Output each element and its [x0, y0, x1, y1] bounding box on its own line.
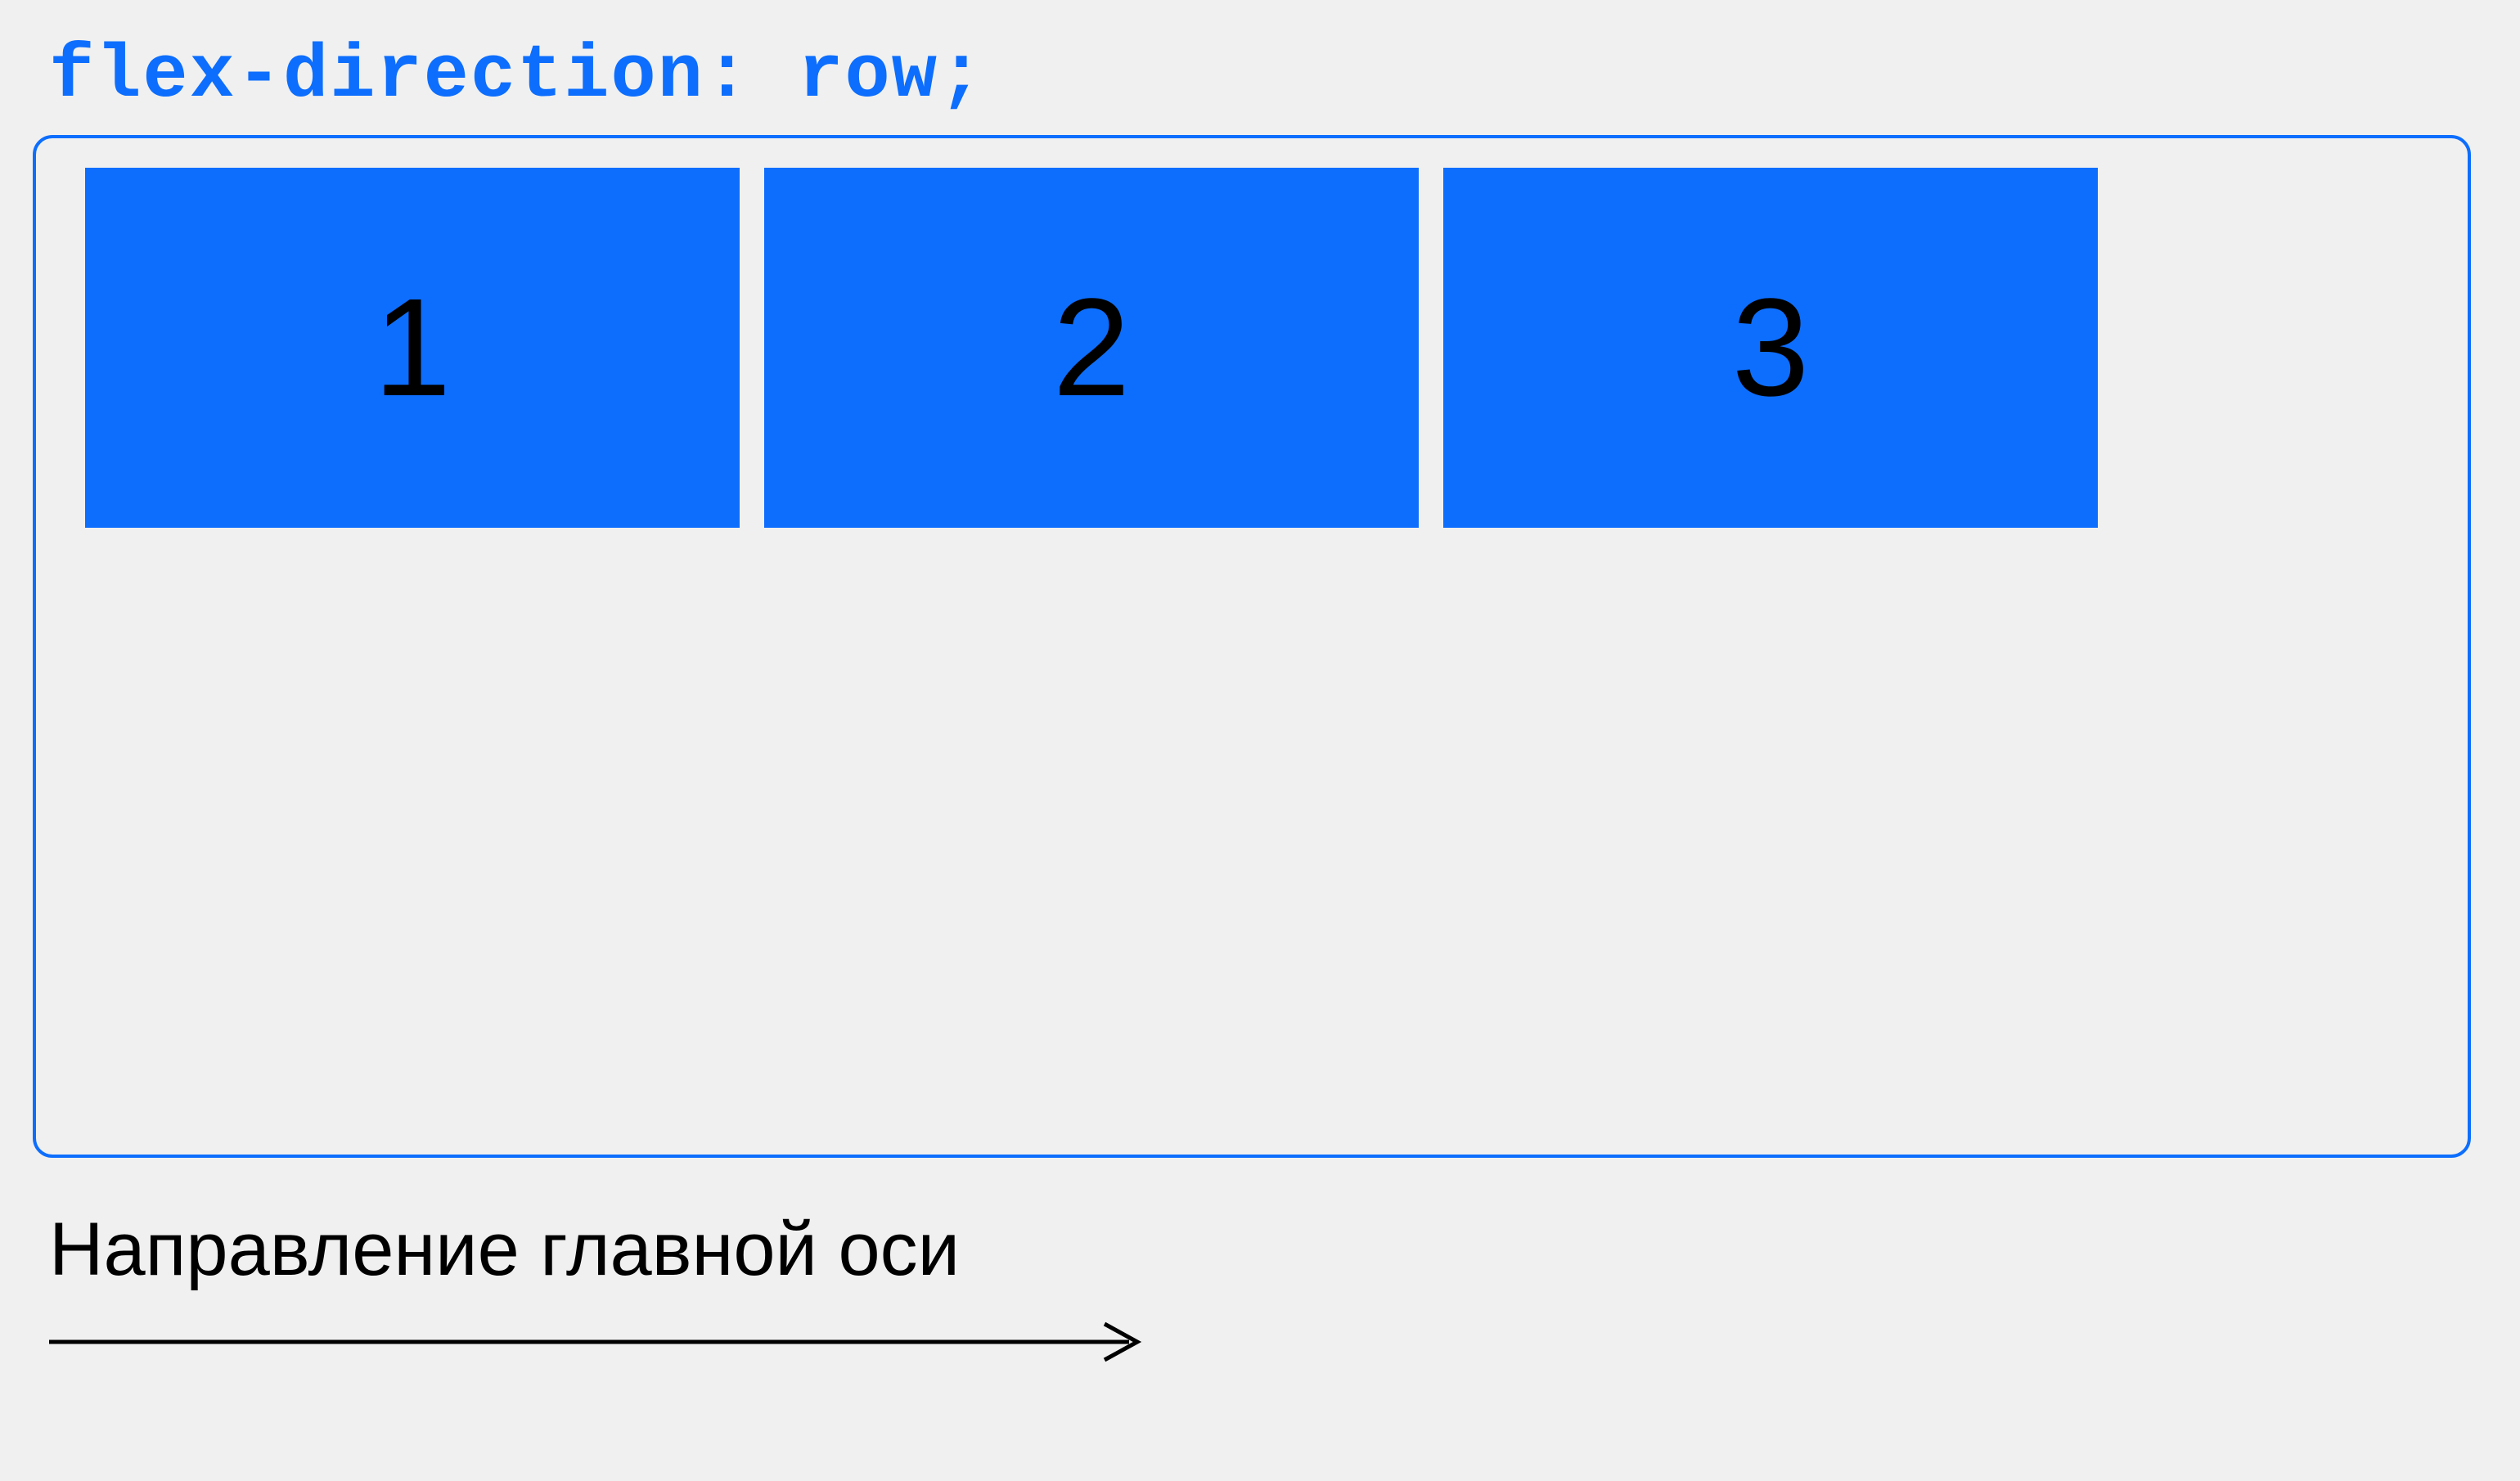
- axis-direction-label: Направление главной оси: [33, 1207, 2487, 1293]
- flex-item-1: 1: [85, 168, 740, 528]
- flex-item-2: 2: [764, 168, 1419, 528]
- flex-container: 1 2 3: [33, 135, 2471, 1158]
- axis-arrow: [33, 1317, 2487, 1366]
- code-heading: flex-direction: row;: [33, 33, 2487, 119]
- flex-item-3: 3: [1443, 168, 2098, 528]
- arrow-right-icon: [49, 1317, 1154, 1366]
